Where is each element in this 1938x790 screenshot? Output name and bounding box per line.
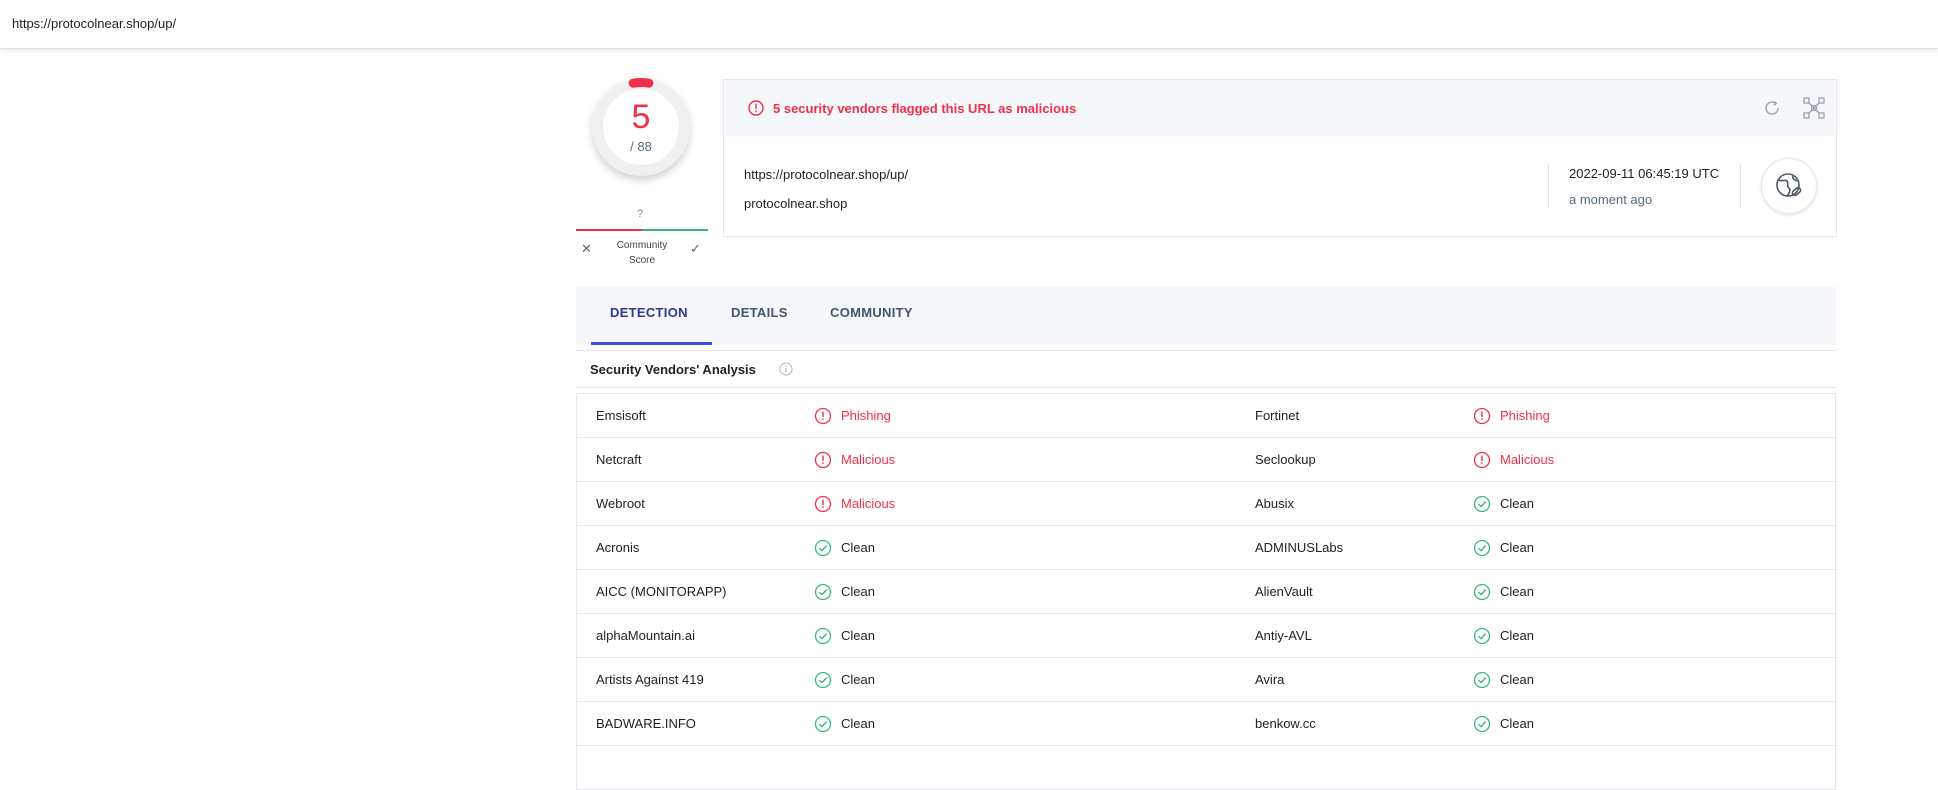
vote-harmless-icon[interactable]: ✓ (690, 241, 701, 257)
table-row: Acronis Clean ADMINUSLabs Clean (577, 526, 1835, 570)
summary-header: 5 security vendors flagged this URL as m… (724, 80, 1836, 136)
total-engines: / 88 (630, 139, 652, 154)
scanned-domain[interactable]: protocolnear.shop (744, 196, 847, 211)
vendor-result-label: Clean (841, 540, 875, 555)
table-row: AICC (MONITORAPP) Clean AlienVault Clean (577, 570, 1835, 614)
score-inner: 5 / 88 (602, 88, 680, 166)
vendor-result-label: Phishing (1500, 408, 1550, 423)
url-text[interactable]: https://protocolnear.shop/up/ (12, 16, 176, 31)
table-row: Artists Against 419 Clean Avira Clean (577, 658, 1835, 702)
url-type-badge (1761, 158, 1817, 214)
analysis-relative-time: a moment ago (1569, 192, 1653, 207)
vendor-name: Artists Against 419 (596, 672, 704, 687)
tab-community[interactable]: COMMUNITY (830, 305, 913, 320)
report-tabs: DETECTION DETAILS COMMUNITY (576, 287, 1836, 345)
vendor-name: Fortinet (1255, 408, 1300, 423)
vendor-result-label: Clean (1500, 540, 1534, 555)
clean-icon (814, 715, 832, 733)
tab-detection[interactable]: DETECTION (610, 305, 688, 320)
vote-harmful-icon[interactable]: ✕ (581, 241, 592, 257)
divider (576, 350, 1836, 351)
vendor-name: alphaMountain.ai (596, 628, 696, 643)
malicious-icon (814, 495, 832, 513)
vendor-result-label: Clean (1500, 716, 1534, 731)
community-bar-positive (642, 229, 708, 231)
clean-icon (814, 539, 832, 557)
community-label-line2: Score (628, 255, 656, 266)
vendor-name: Emsisoft (596, 408, 646, 423)
divider (1740, 164, 1741, 208)
vendor-result-label: Clean (841, 672, 875, 687)
vendor-name: Seclookup (1255, 452, 1316, 467)
vendor-name: ADMINUSLabs (1255, 540, 1344, 555)
graph-view-icon[interactable] (1802, 96, 1826, 120)
malicious-icon (814, 451, 832, 469)
active-tab-indicator (591, 342, 712, 345)
vendor-result-label: Clean (1500, 584, 1534, 599)
vendor-result-label: Clean (841, 584, 875, 599)
malicious-alert-text: 5 security vendors flagged this URL as m… (773, 101, 1077, 116)
reanalyze-icon[interactable] (1762, 98, 1782, 118)
clean-icon (1473, 671, 1491, 689)
clean-icon (814, 671, 832, 689)
vendor-name: Webroot (596, 496, 645, 511)
table-row: BADWARE.INFO Clean benkow.cc Clean (577, 702, 1835, 746)
clean-icon (1473, 539, 1491, 557)
summary-card: 5 security vendors flagged this URL as m… (723, 79, 1837, 237)
divider (576, 387, 1836, 388)
table-row: alphaMountain.ai Clean Antiy-AVL Clean (577, 614, 1835, 658)
malicious-icon (814, 407, 832, 425)
vendor-result-label: Clean (841, 628, 875, 643)
vendor-result-label: Malicious (841, 452, 896, 467)
vendor-result-label: Clean (841, 716, 875, 731)
table-row (577, 746, 1835, 790)
alert-icon (748, 100, 764, 116)
table-row: Webroot Malicious Abusix Clean (577, 482, 1835, 526)
vendor-result-label: Malicious (841, 496, 896, 511)
table-row: Emsisoft Phishing Fortinet Phishing (577, 394, 1835, 438)
detection-score-ring: 5 / 88 (592, 78, 690, 176)
vendor-name: AlienVault (1255, 584, 1313, 599)
detection-count: 5 (631, 98, 651, 136)
vendor-result-label: Clean (1500, 672, 1534, 687)
vendor-name: benkow.cc (1255, 716, 1316, 731)
vendor-result-label: Clean (1500, 496, 1534, 511)
tab-details[interactable]: DETAILS (731, 305, 788, 320)
malicious-icon (1473, 451, 1491, 469)
info-icon[interactable] (779, 362, 793, 376)
vendor-name: Netcraft (596, 452, 642, 467)
community-bar-negative (576, 229, 642, 231)
analysis-date: 2022-09-11 06:45:19 UTC (1569, 166, 1720, 181)
vendor-name: BADWARE.INFO (596, 716, 696, 731)
clean-icon (814, 583, 832, 601)
table-row: Netcraft Malicious Seclookup Malicious (577, 438, 1835, 482)
vendor-result-label: Phishing (841, 408, 891, 423)
community-label-line1: Community (616, 240, 668, 251)
malicious-icon (1473, 407, 1491, 425)
section-title: Security Vendors' Analysis (590, 362, 756, 377)
divider (1548, 164, 1549, 208)
community-score-value: ? (637, 208, 644, 220)
clean-icon (814, 627, 832, 645)
vendor-result-label: Malicious (1500, 452, 1555, 467)
vendor-name: Avira (1255, 672, 1285, 687)
vendor-name: Antiy-AVL (1255, 628, 1312, 643)
url-bar[interactable]: https://protocolnear.shop/up/ (0, 0, 1938, 49)
globe-link-icon (1776, 173, 1802, 197)
clean-icon (1473, 495, 1491, 513)
clean-icon (1473, 583, 1491, 601)
scanned-url[interactable]: https://protocolnear.shop/up/ (744, 167, 908, 182)
clean-icon (1473, 627, 1491, 645)
score-arc-fill (628, 78, 654, 88)
clean-icon (1473, 715, 1491, 733)
vendor-result-label: Clean (1500, 628, 1534, 643)
vendor-name: AICC (MONITORAPP) (596, 584, 727, 599)
community-score-label: Community Score (612, 238, 672, 268)
vendor-name: Acronis (596, 540, 640, 555)
vendor-table: Emsisoft Phishing Fortinet Phishing Netcraft… (576, 393, 1836, 790)
vendor-name: Abusix (1255, 496, 1295, 511)
